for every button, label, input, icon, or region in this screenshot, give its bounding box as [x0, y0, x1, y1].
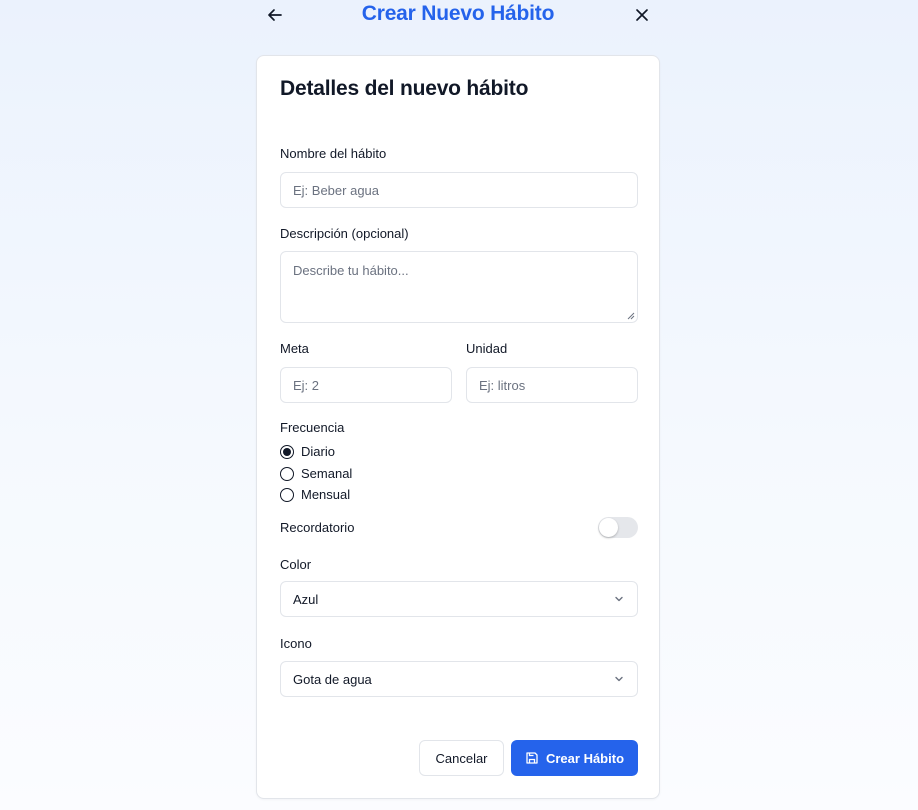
icon-select[interactable]: Gota de agua: [280, 661, 638, 697]
frequency-option-mensual[interactable]: Mensual: [280, 487, 350, 502]
reminder-toggle[interactable]: [598, 517, 638, 538]
page-title: Crear Nuevo Hábito: [361, 2, 555, 25]
unit-input-placeholder: Ej: litros: [479, 377, 526, 393]
radio-button[interactable]: [280, 487, 294, 502]
description-placeholder: Describe tu hábito...: [293, 263, 409, 278]
description-label: Descripción (opcional): [280, 226, 409, 241]
chevron-down-icon: [615, 596, 623, 602]
radio-button[interactable]: [280, 466, 294, 481]
frequency-label: Frecuencia: [280, 420, 345, 435]
color-select[interactable]: Azul: [280, 581, 638, 617]
frequency-option-label: Mensual: [301, 487, 351, 502]
frequency-option-diario[interactable]: Diario: [280, 444, 335, 459]
cancel-button[interactable]: Cancelar: [419, 740, 504, 776]
frequency-option-label: Semanal: [301, 466, 353, 481]
goal-input[interactable]: Ej: 2: [280, 367, 452, 403]
icon-select-value: Gota de agua: [293, 671, 372, 687]
icon-label: Icono: [280, 636, 312, 651]
frequency-option-label: Diario: [301, 444, 335, 459]
unit-input[interactable]: Ej: litros: [466, 367, 638, 403]
card-title: Detalles del nuevo hábito: [280, 77, 529, 100]
top-bar: Crear Nuevo Hábito: [256, 0, 660, 32]
toggle-knob: [599, 518, 618, 537]
description-textarea[interactable]: Describe tu hábito...: [280, 251, 638, 323]
unit-label: Unidad: [466, 341, 508, 356]
create-habit-button-label: Crear Hábito: [545, 750, 625, 766]
create-habit-button[interactable]: Crear Hábito: [511, 740, 638, 776]
color-label: Color: [280, 557, 312, 572]
name-input-placeholder: Ej: Beber agua: [293, 182, 380, 198]
habit-form-card: Detalles del nuevo hábito Nombre del háb…: [256, 55, 660, 799]
name-input[interactable]: Ej: Beber agua: [280, 172, 638, 208]
reminder-label: Recordatorio: [280, 520, 355, 535]
cancel-button-label: Cancelar: [435, 750, 488, 766]
close-icon: [636, 9, 648, 21]
resize-grip-icon[interactable]: [627, 312, 635, 320]
radio-button-checked[interactable]: [280, 444, 294, 459]
name-label: Nombre del hábito: [280, 146, 387, 161]
frequency-option-semanal[interactable]: Semanal: [280, 466, 352, 481]
chevron-down-icon: [615, 676, 623, 682]
color-select-value: Azul: [293, 591, 319, 607]
close-button[interactable]: [631, 4, 653, 26]
goal-input-placeholder: Ej: 2: [293, 377, 320, 393]
goal-label: Meta: [280, 341, 309, 356]
save-icon: [526, 752, 538, 764]
